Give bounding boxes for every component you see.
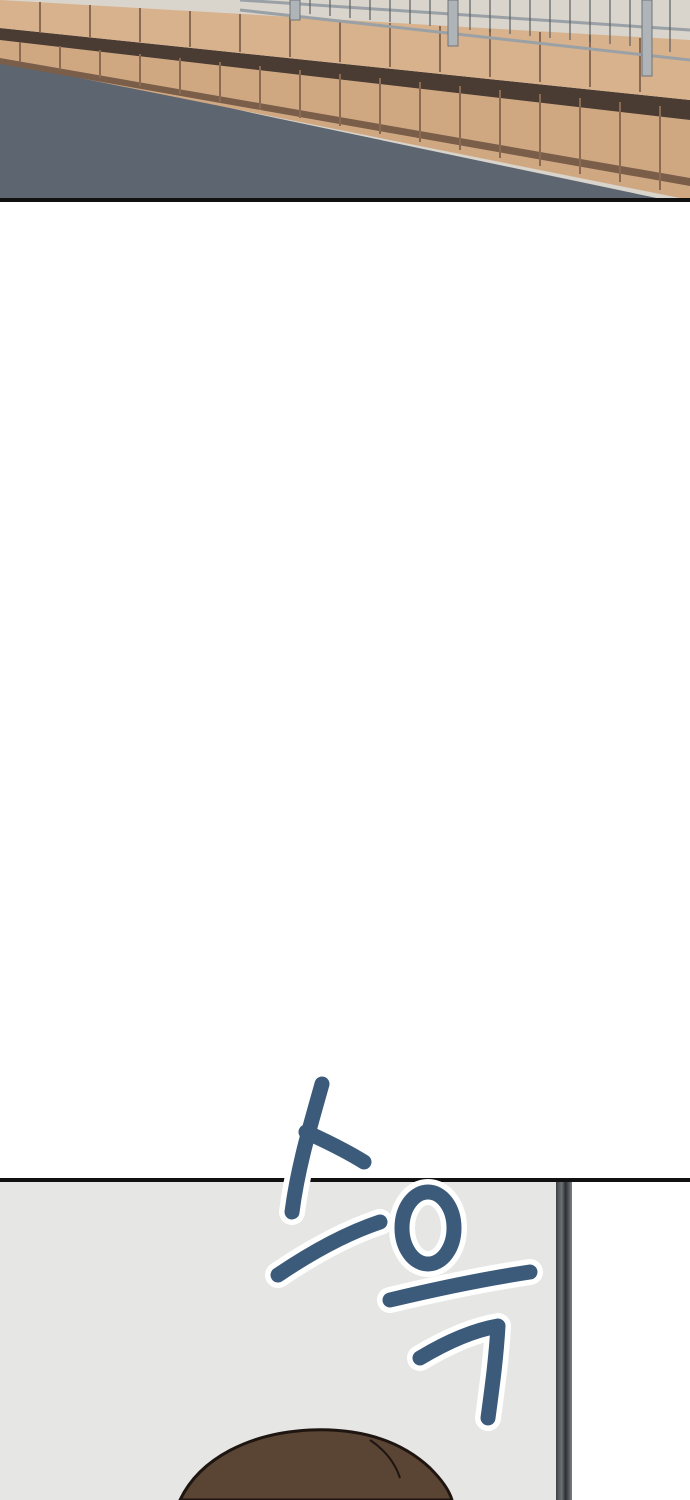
panel-gutter: [0, 202, 690, 1180]
sound-effect-lettering: [265, 1071, 543, 1431]
sound-effect-text: [260, 1070, 560, 1440]
street-railing-illustration: [0, 0, 690, 202]
top-panel-street-scene: [0, 0, 690, 202]
